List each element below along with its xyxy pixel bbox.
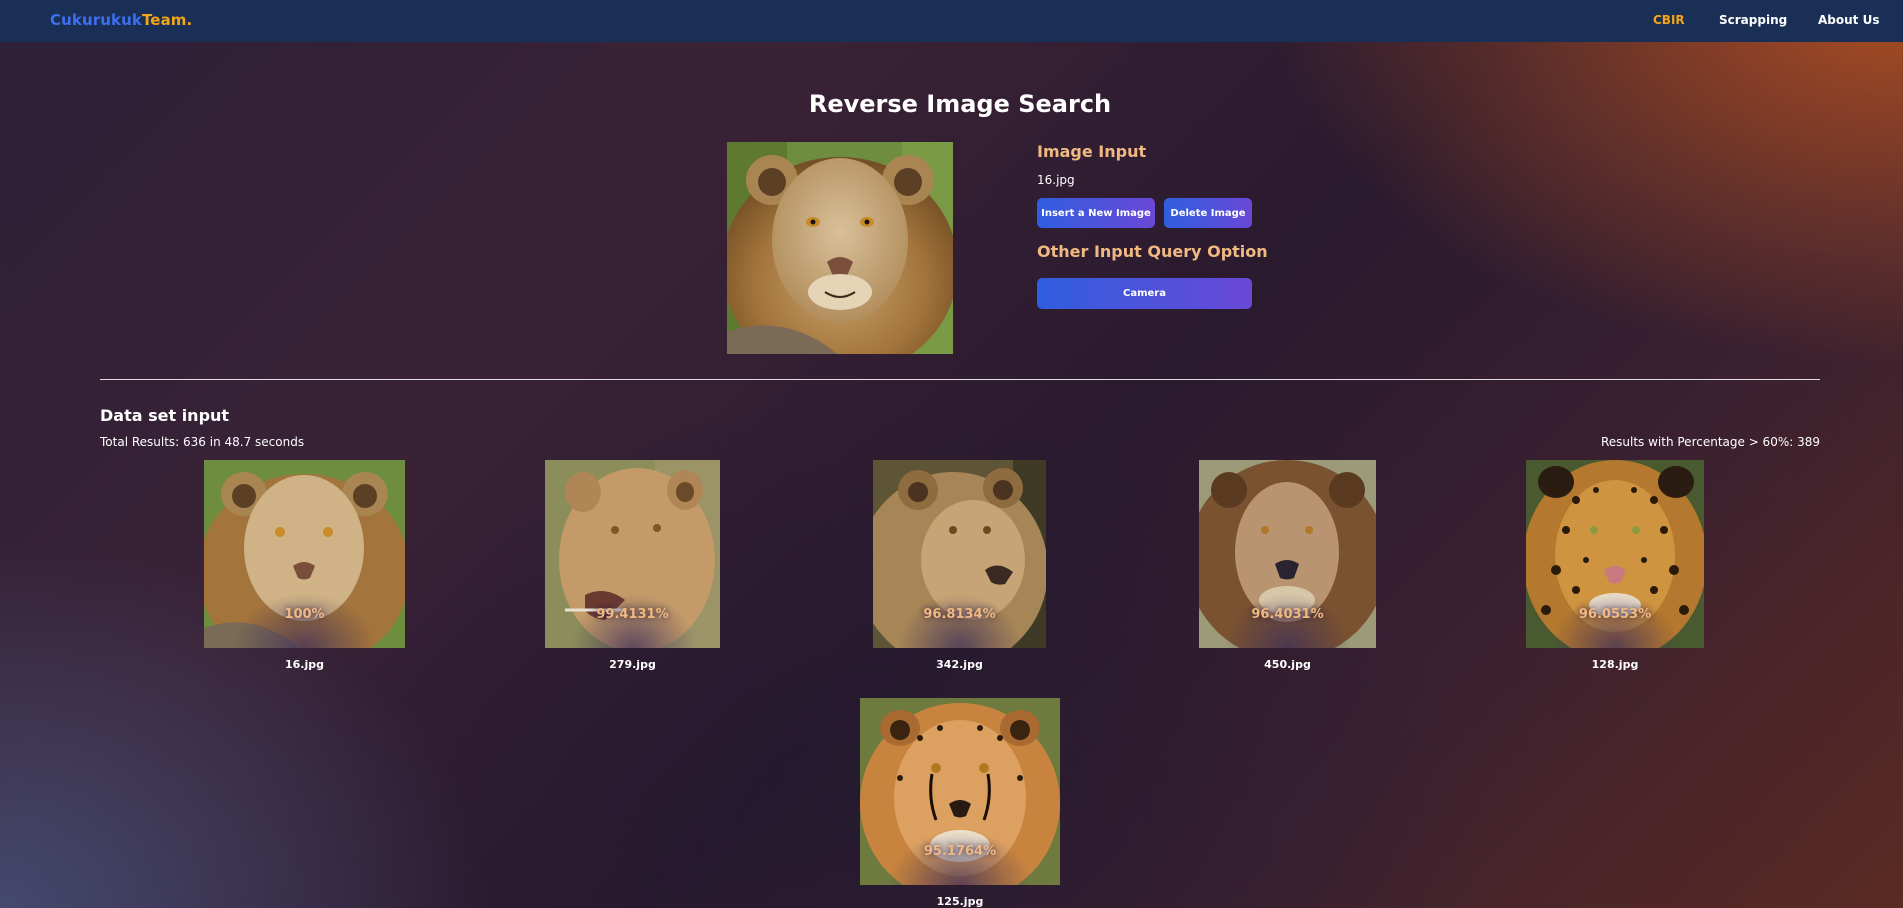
nav-link-scrapping[interactable]: Scrapping <box>1719 13 1787 27</box>
result-filename: 450.jpg <box>1264 658 1311 671</box>
result-filename: 342.jpg <box>936 658 983 671</box>
nav-link-cbir[interactable]: CBIR <box>1653 13 1685 27</box>
dataset-heading: Data set input <box>100 406 230 425</box>
result-image[interactable]: 100% <box>204 460 405 648</box>
delete-image-button[interactable]: Delete Image <box>1164 198 1252 228</box>
brand-name-part2: Team. <box>141 11 193 29</box>
similarity-percentage: 99.4131% <box>596 607 669 622</box>
result-image[interactable]: 96.4031% <box>1199 460 1376 648</box>
brand-logo[interactable]: CukurukukTeam. <box>50 11 192 29</box>
result-card[interactable]: 96.0553% 128.jpg <box>1526 460 1704 675</box>
total-results-text: Total Results: 636 in 48.7 seconds <box>100 435 305 449</box>
similarity-percentage: 96.4031% <box>1251 607 1324 622</box>
result-card[interactable]: 100% 16.jpg <box>204 460 405 675</box>
result-image[interactable]: 96.8134% <box>873 460 1046 648</box>
section-divider <box>100 379 1820 380</box>
result-filename: 16.jpg <box>284 658 324 671</box>
result-filename: 279.jpg <box>609 658 656 671</box>
result-image[interactable]: 96.0553% <box>1526 460 1704 648</box>
lion-image <box>727 142 953 354</box>
similarity-percentage: 96.8134% <box>923 607 996 622</box>
image-input-heading: Image Input <box>1037 142 1147 161</box>
camera-button[interactable]: Camera <box>1037 278 1252 309</box>
percentage-results-text: Results with Percentage > 60%: 389 <box>1600 435 1820 449</box>
brand-name-part1: Cukurukuk <box>50 11 142 29</box>
result-image[interactable]: 99.4131% <box>545 460 720 648</box>
result-filename: 125.jpg <box>936 895 984 908</box>
result-image[interactable]: 95.1764% <box>860 698 1060 885</box>
result-card[interactable]: 96.4031% 450.jpg <box>1199 460 1376 675</box>
query-filename: 16.jpg <box>1037 173 1075 187</box>
insert-image-button[interactable]: Insert a New Image <box>1037 198 1155 228</box>
result-card[interactable]: 99.4131% 279.jpg <box>545 460 720 675</box>
result-card[interactable]: 96.8134% 342.jpg <box>873 460 1046 675</box>
similarity-percentage: 100% <box>284 607 325 622</box>
query-image <box>727 142 953 354</box>
result-card[interactable]: 95.1764% 125.jpg <box>860 698 1060 908</box>
similarity-percentage: 95.1764% <box>923 844 997 859</box>
navbar: CukurukukTeam. CBIR Scrapping About Us <box>0 0 1903 42</box>
result-filename: 128.jpg <box>1591 658 1639 671</box>
nav-link-about-us[interactable]: About Us <box>1818 13 1879 27</box>
other-input-heading: Other Input Query Option <box>1037 242 1268 261</box>
similarity-percentage: 96.0553% <box>1578 607 1652 622</box>
page-title: Reverse Image Search <box>808 90 1112 118</box>
